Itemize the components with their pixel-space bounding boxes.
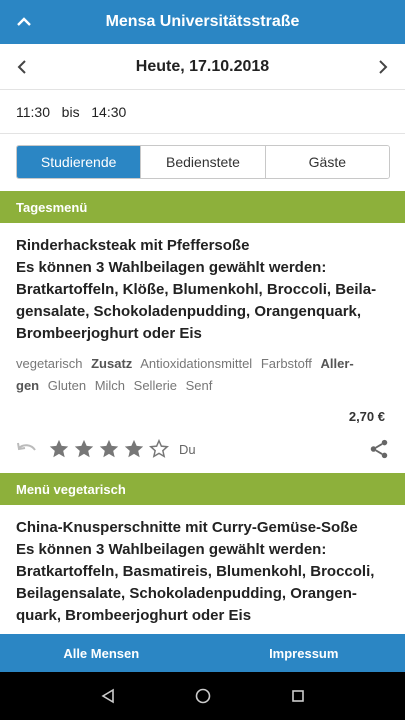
section-header-vegetarisch: Menü vegetarisch: [0, 473, 405, 505]
tag-zusatz: Antioxidationsmittel: [140, 356, 253, 371]
tag-zusatz: Farbstoff: [260, 356, 312, 371]
section-header-tagesmenue: Tagesmenü: [0, 191, 405, 223]
date-bar: Heute, 17.10.2018: [0, 44, 405, 90]
tag-diet: vegetarisch: [16, 356, 83, 371]
top-bar: Mensa Universitätsstraße: [0, 0, 405, 44]
meal-line: Bratkartoffeln, Klöße, Blumenkohl, Brocc…: [16, 281, 377, 298]
price-group-tabs: Studierende Bedienstete Gäste: [16, 145, 390, 179]
tag-allergen: Sellerie: [133, 378, 178, 393]
share-icon[interactable]: [368, 438, 390, 460]
meal-line: Brombeerjoghurt oder Eis: [16, 325, 202, 342]
app-screen: Mensa Universitätsstraße Heute, 17.10.20…: [0, 0, 405, 720]
meal-line: China-Knusperschnitte mit Curry-Gemüse-S…: [16, 519, 358, 536]
tab-bedienstete[interactable]: Bedienstete: [141, 146, 266, 178]
meal-line: Es können 3 Wahlbeilagen gewählt werden:: [16, 541, 327, 558]
meal-line: gensalate, Schokoladenpudding, Orangenqu…: [16, 303, 362, 320]
tag-allergen: Senf: [185, 378, 213, 393]
bottom-navigation: Alle Mensen Impressum: [0, 634, 405, 672]
star-icon[interactable]: [98, 438, 120, 460]
tab-gaeste[interactable]: Gäste: [265, 146, 389, 178]
rating-user-label: Du: [179, 441, 196, 457]
tag-allergen-label: gen: [16, 378, 40, 393]
impressum-button[interactable]: Impressum: [203, 634, 405, 672]
star-icon[interactable]: [123, 438, 145, 460]
rating-row: Du: [16, 436, 390, 462]
meal-line: Rinderhacksteak mit Pfeffersoße: [16, 237, 250, 254]
recents-icon[interactable]: [288, 686, 308, 706]
chevron-left-icon[interactable]: [10, 55, 34, 79]
system-navigation-bar: [0, 672, 405, 720]
tag-allergen: Gluten: [47, 378, 87, 393]
all-mensen-button[interactable]: Alle Mensen: [0, 634, 203, 672]
current-date: Heute, 17.10.2018: [135, 57, 270, 75]
meal-line: Bratkartoffeln, Basmatireis, Blumenkohl,…: [16, 563, 375, 580]
meal-line: quark, Brombeerjoghurt oder Eis: [16, 607, 252, 624]
meal-tags: vegetarisch Zusatz Antioxidationsmittel …: [16, 353, 390, 397]
back-icon[interactable]: [98, 686, 118, 706]
hours-close: 14:30: [91, 103, 127, 120]
meal-price: 2,70 €: [348, 409, 385, 424]
undo-icon[interactable]: [16, 438, 38, 460]
hours-separator: bis: [61, 103, 80, 120]
tag-zusatz-label: Zusatz: [91, 356, 133, 371]
star-icon[interactable]: [73, 438, 95, 460]
meal-line: Es können 3 Wahlbeilagen gewählt werden:: [16, 259, 327, 276]
chevron-right-icon[interactable]: [371, 55, 395, 79]
star-outline-icon[interactable]: [148, 438, 170, 460]
star-icon[interactable]: [48, 438, 70, 460]
home-icon[interactable]: [193, 686, 213, 706]
opening-hours: 11:30 bis 14:30: [0, 90, 405, 134]
hours-open: 11:30: [16, 103, 50, 120]
tag-allergen: Milch: [94, 378, 126, 393]
tab-studierende[interactable]: Studierende: [17, 146, 142, 178]
meal-description[interactable]: China-Knusperschnitte mit Curry-Gemüse-S…: [16, 517, 390, 627]
meal-line: Beilagensalate, Schokoladenpudding, Oran…: [16, 585, 357, 602]
tag-allergen-label: Aller-: [320, 356, 354, 371]
chevron-up-icon[interactable]: [12, 10, 36, 34]
meal-description[interactable]: Rinderhacksteak mit Pfeffersoße Es könne…: [16, 235, 390, 345]
mensa-title: Mensa Universitätsstraße: [105, 13, 300, 30]
